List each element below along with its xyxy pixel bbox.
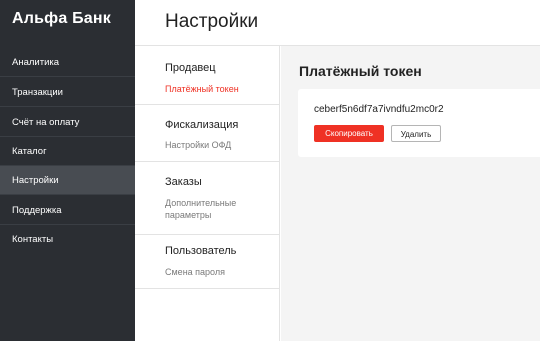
sidebar-item-support[interactable]: Поддержка	[0, 196, 135, 225]
sidebar: Альфа Банк Аналитика Транзакции Счёт на …	[0, 0, 135, 341]
token-value: ceberf5n6df7a7ivndfu2mc0r2	[314, 104, 444, 115]
submenu-group-title: Пользователь	[165, 245, 237, 257]
section-title: Платёжный токен	[299, 63, 422, 79]
submenu-group-title: Заказы	[165, 176, 202, 188]
submenu-link-additional-params[interactable]: Дополнительные параметры	[165, 197, 236, 221]
page-title: Настройки	[165, 11, 259, 32]
submenu-link-change-password[interactable]: Смена пароля	[165, 266, 225, 278]
submenu-group-fiscal: Фискализация Настройки ОФД	[135, 105, 280, 162]
settings-submenu: Продавец Платёжный токен Фискализация На…	[135, 46, 280, 341]
submenu-group-title: Фискализация	[165, 119, 239, 131]
token-card: ceberf5n6df7a7ivndfu2mc0r2 Скопировать У…	[298, 89, 540, 157]
submenu-group-user: Пользователь Смена пароля	[135, 235, 280, 289]
header: Настройки	[135, 0, 540, 46]
main-content: Платёжный токен ceberf5n6df7a7ivndfu2mc0…	[281, 46, 540, 341]
sidebar-item-analytics[interactable]: Аналитика	[0, 48, 135, 77]
submenu-link-payment-token[interactable]: Платёжный токен	[165, 83, 239, 95]
sidebar-item-invoice[interactable]: Счёт на оплату	[0, 108, 135, 137]
submenu-group-title: Продавец	[165, 62, 216, 74]
submenu-link-ofd-settings[interactable]: Настройки ОФД	[165, 139, 231, 151]
logo[interactable]: Альфа Банк	[12, 10, 111, 28]
delete-button[interactable]: Удалить	[391, 125, 441, 142]
sidebar-item-transactions[interactable]: Транзакции	[0, 78, 135, 107]
sidebar-item-settings[interactable]: Настройки	[0, 166, 135, 195]
submenu-group-orders: Заказы Дополнительные параметры	[135, 162, 280, 235]
sidebar-item-contacts[interactable]: Контакты	[0, 225, 135, 254]
sidebar-item-catalog[interactable]: Каталог	[0, 137, 135, 166]
submenu-group-seller: Продавец Платёжный токен	[135, 46, 280, 105]
copy-button[interactable]: Скопировать	[314, 125, 384, 142]
submenu-link-line: Дополнительные	[165, 198, 237, 208]
submenu-link-line: параметры	[165, 210, 212, 220]
